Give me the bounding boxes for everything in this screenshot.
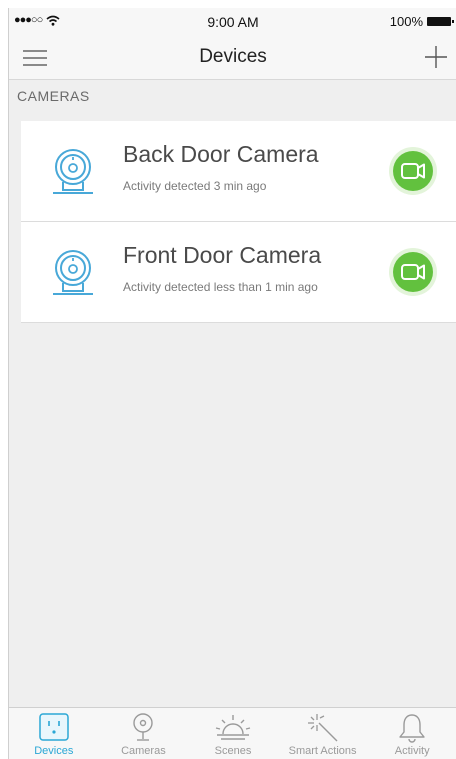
tab-label: Smart Actions [288,745,357,757]
tab-label: Scenes [214,745,252,757]
section-header-cameras: CAMERAS [17,88,90,104]
tab-label: Devices [34,745,74,757]
device-row[interactable]: Front Door Camera Activity detected less… [21,222,456,323]
add-device-button[interactable] [423,44,449,70]
tab-bar: Devices Cameras Scenes Smart Actions Act… [9,707,456,759]
device-row[interactable]: Back Door Camera Activity detected 3 min… [21,121,456,222]
camera-icon [53,149,93,194]
camera-icon [53,250,93,295]
navigation-bar: Devices [9,36,456,80]
battery-icon [427,17,454,26]
device-name: Back Door Camera [123,141,319,167]
battery-indicator: 100% [389,14,454,29]
page-title: Devices [199,46,267,67]
video-icon[interactable] [387,246,439,298]
sunrise-icon [215,715,251,740]
bell-icon [399,714,425,743]
outlet-icon [39,713,69,741]
battery-percent: 100% [389,14,423,29]
tab-activity[interactable]: Activity [367,708,456,759]
app-screen: ●●●○○ 9:00 AM 100% Devices CAMERAS Back … [8,8,456,759]
tab-cameras[interactable]: Cameras [99,708,189,759]
tab-devices[interactable]: Devices [9,708,99,759]
device-list: Back Door Camera Activity detected 3 min… [21,121,456,323]
device-status: Activity detected 3 min ago [123,179,267,193]
device-name: Front Door Camera [123,242,322,268]
video-icon[interactable] [387,145,439,197]
device-status: Activity detected less than 1 min ago [123,280,318,294]
tab-label: Activity [394,745,430,757]
tab-scenes[interactable]: Scenes [188,708,278,759]
plus-icon [425,46,447,68]
magic-wand-icon [307,714,338,742]
tab-label: Cameras [121,745,166,757]
tab-smart-actions[interactable]: Smart Actions [278,708,368,759]
status-bar: ●●●○○ 9:00 AM 100% [9,8,456,36]
camera-icon [133,713,154,741]
